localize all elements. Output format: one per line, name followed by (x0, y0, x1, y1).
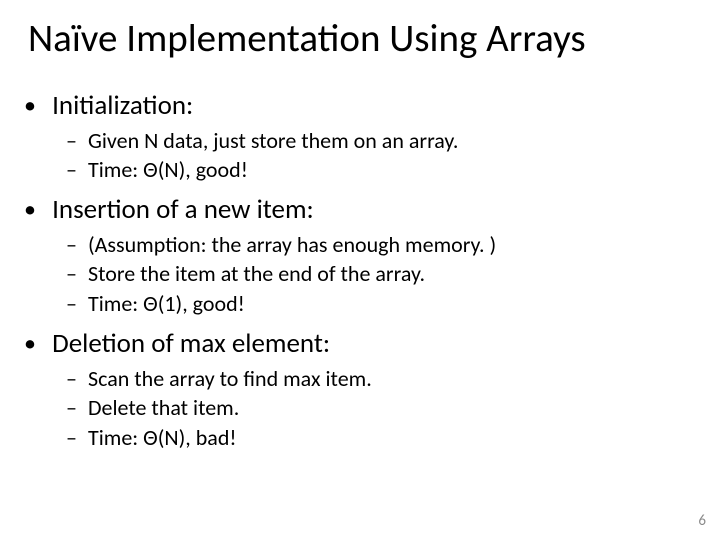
slide-title: Naïve Implementation Using Arrays (28, 18, 692, 61)
section-heading: Deletion of max element: Scan the array … (46, 327, 692, 453)
sub-list: Scan the array to find max item. Delete … (46, 364, 692, 453)
list-item: Store the item at the end of the array. (88, 259, 692, 289)
section-heading: Initialization: Given N data, just store… (46, 89, 692, 185)
slide: Naïve Implementation Using Arrays Initia… (0, 0, 720, 540)
list-item: (Assumption: the array has enough memory… (88, 230, 692, 260)
page-number: 6 (698, 512, 706, 530)
section-heading-text: Insertion of a new item: (52, 193, 314, 226)
list-item: Time: Θ(N), good! (88, 155, 692, 185)
list-item: Time: Θ(1), good! (88, 289, 692, 319)
sub-list: (Assumption: the array has enough memory… (46, 230, 692, 319)
section-heading: Insertion of a new item: (Assumption: th… (46, 193, 692, 319)
sub-list: Given N data, just store them on an arra… (46, 126, 692, 185)
section-heading-text: Initialization: (52, 89, 193, 122)
section-heading-text: Deletion of max element: (52, 327, 330, 360)
list-item: Time: Θ(N), bad! (88, 423, 692, 453)
list-item: Given N data, just store them on an arra… (88, 126, 692, 156)
bullet-list: Initialization: Given N data, just store… (28, 89, 692, 453)
list-item: Scan the array to find max item. (88, 364, 692, 394)
list-item: Delete that item. (88, 393, 692, 423)
